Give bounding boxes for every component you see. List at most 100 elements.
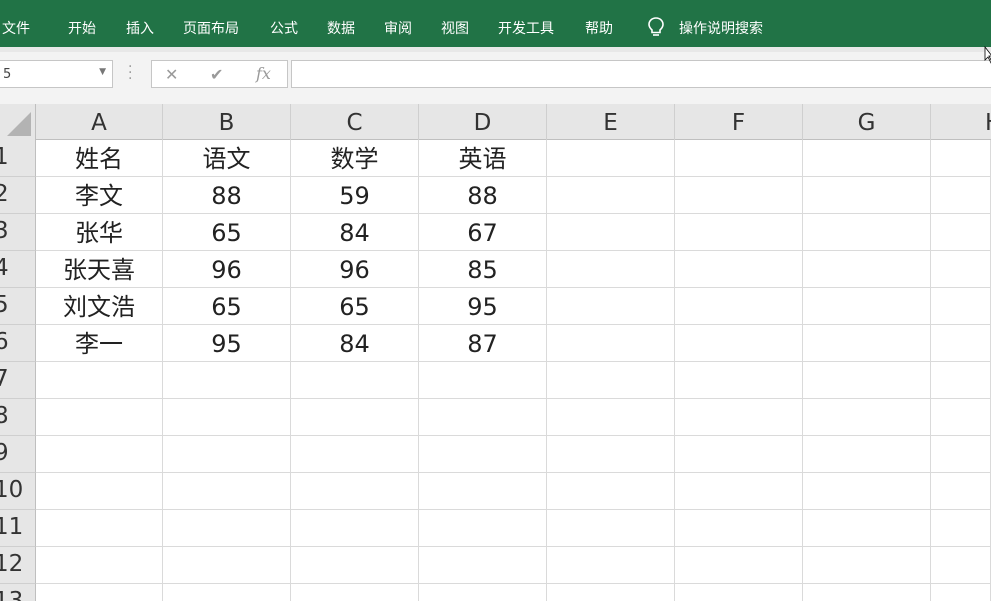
cell-h5[interactable]: [931, 288, 991, 325]
row-header-8[interactable]: 8: [0, 399, 36, 436]
cell-d13[interactable]: [419, 584, 547, 601]
cell-h13[interactable]: [931, 584, 991, 601]
cell-g10[interactable]: [803, 473, 931, 510]
cell-f3[interactable]: [675, 214, 803, 251]
chevron-down-icon[interactable]: ▼: [99, 67, 106, 77]
cell-g8[interactable]: [803, 399, 931, 436]
cell-b5[interactable]: 65: [163, 288, 291, 325]
tab-help[interactable]: 帮助: [585, 18, 613, 38]
select-all-button[interactable]: [0, 104, 36, 140]
cell-h11[interactable]: [931, 510, 991, 547]
cell-b7[interactable]: [163, 362, 291, 399]
cell-f9[interactable]: [675, 436, 803, 473]
cell-g4[interactable]: [803, 251, 931, 288]
cell-h2[interactable]: [931, 177, 991, 214]
cell-b11[interactable]: [163, 510, 291, 547]
cell-c13[interactable]: [291, 584, 419, 601]
cell-d2[interactable]: 88: [419, 177, 547, 214]
cell-g11[interactable]: [803, 510, 931, 547]
cell-h1[interactable]: [931, 140, 991, 177]
cell-a3[interactable]: 张华: [36, 214, 163, 251]
cell-e8[interactable]: [547, 399, 675, 436]
cell-c9[interactable]: [291, 436, 419, 473]
cell-b2[interactable]: 88: [163, 177, 291, 214]
cell-c1[interactable]: 数学: [291, 140, 419, 177]
cell-a6[interactable]: 李一: [36, 325, 163, 362]
cell-a1[interactable]: 姓名: [36, 140, 163, 177]
cell-d9[interactable]: [419, 436, 547, 473]
cell-h10[interactable]: [931, 473, 991, 510]
cell-a8[interactable]: [36, 399, 163, 436]
cell-e11[interactable]: [547, 510, 675, 547]
row-header-9[interactable]: 9: [0, 436, 36, 473]
row-header-11[interactable]: 11: [0, 510, 36, 547]
cell-h6[interactable]: [931, 325, 991, 362]
column-header-f[interactable]: F: [675, 104, 803, 140]
cell-d1[interactable]: 英语: [419, 140, 547, 177]
cell-e7[interactable]: [547, 362, 675, 399]
tab-developer[interactable]: 开发工具: [498, 18, 554, 38]
cell-f7[interactable]: [675, 362, 803, 399]
cell-d8[interactable]: [419, 399, 547, 436]
cell-d5[interactable]: 95: [419, 288, 547, 325]
cell-g3[interactable]: [803, 214, 931, 251]
cell-f13[interactable]: [675, 584, 803, 601]
cell-c10[interactable]: [291, 473, 419, 510]
tab-formulas[interactable]: 公式: [270, 18, 298, 38]
cell-b8[interactable]: [163, 399, 291, 436]
cell-e5[interactable]: [547, 288, 675, 325]
cell-e4[interactable]: [547, 251, 675, 288]
column-header-g[interactable]: G: [803, 104, 931, 140]
cell-a11[interactable]: [36, 510, 163, 547]
cancel-icon[interactable]: ✕: [165, 65, 178, 84]
row-header-13[interactable]: 13: [0, 584, 36, 601]
cell-d7[interactable]: [419, 362, 547, 399]
cell-d11[interactable]: [419, 510, 547, 547]
cell-c4[interactable]: 96: [291, 251, 419, 288]
cell-e1[interactable]: [547, 140, 675, 177]
cell-c12[interactable]: [291, 547, 419, 584]
cell-a2[interactable]: 李文: [36, 177, 163, 214]
cell-h12[interactable]: [931, 547, 991, 584]
cell-f2[interactable]: [675, 177, 803, 214]
row-header-2[interactable]: 2: [0, 177, 36, 214]
cell-b6[interactable]: 95: [163, 325, 291, 362]
cell-f4[interactable]: [675, 251, 803, 288]
row-header-7[interactable]: 7: [0, 362, 36, 399]
cell-b3[interactable]: 65: [163, 214, 291, 251]
tab-view[interactable]: 视图: [441, 18, 469, 38]
cell-c5[interactable]: 65: [291, 288, 419, 325]
cell-e2[interactable]: [547, 177, 675, 214]
cell-c11[interactable]: [291, 510, 419, 547]
cell-g1[interactable]: [803, 140, 931, 177]
cell-h9[interactable]: [931, 436, 991, 473]
cell-h8[interactable]: [931, 399, 991, 436]
cell-g7[interactable]: [803, 362, 931, 399]
column-header-d[interactable]: D: [419, 104, 547, 140]
column-header-e[interactable]: E: [547, 104, 675, 140]
cell-f1[interactable]: [675, 140, 803, 177]
cell-c7[interactable]: [291, 362, 419, 399]
cell-e6[interactable]: [547, 325, 675, 362]
cell-f10[interactable]: [675, 473, 803, 510]
cell-a10[interactable]: [36, 473, 163, 510]
enter-check-icon[interactable]: ✔: [210, 65, 223, 84]
column-header-c[interactable]: C: [291, 104, 419, 140]
cell-a4[interactable]: 张天喜: [36, 251, 163, 288]
cell-f12[interactable]: [675, 547, 803, 584]
tab-home[interactable]: 开始: [68, 18, 96, 38]
row-header-5[interactable]: 5: [0, 288, 36, 325]
cell-b4[interactable]: 96: [163, 251, 291, 288]
cell-e9[interactable]: [547, 436, 675, 473]
cell-h4[interactable]: [931, 251, 991, 288]
cell-d4[interactable]: 85: [419, 251, 547, 288]
tab-file[interactable]: 文件: [2, 18, 30, 38]
cell-e3[interactable]: [547, 214, 675, 251]
cell-g2[interactable]: [803, 177, 931, 214]
row-header-1[interactable]: 1: [0, 140, 36, 177]
row-header-3[interactable]: 3: [0, 214, 36, 251]
cell-b1[interactable]: 语文: [163, 140, 291, 177]
cell-b13[interactable]: [163, 584, 291, 601]
cell-a9[interactable]: [36, 436, 163, 473]
tell-me-search[interactable]: 操作说明搜索: [679, 18, 763, 38]
